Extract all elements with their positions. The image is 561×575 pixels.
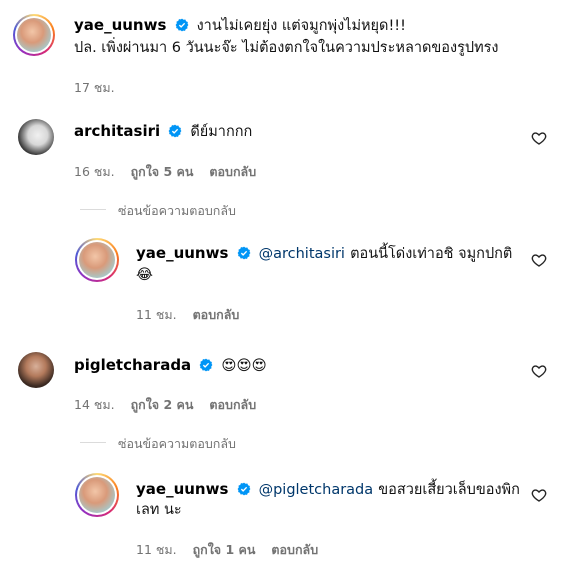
reply-button[interactable]: ตอบกลับ [209,164,256,179]
avatar[interactable] [17,18,51,52]
comment-emoji: 😍😍😍 [221,358,267,374]
avatar-ring [75,238,119,282]
avatar-ring [13,14,55,56]
post-username[interactable]: yae_uunws [74,16,166,34]
heart-icon[interactable] [531,252,547,268]
verified-icon [168,124,182,138]
comment-likes[interactable]: ถูกใจ 2 คน [131,397,194,412]
post-caption-line2: ปล. เพิ่งผ่านมา 6 วันนะจ๊ะ ไม่ต้องตกใจใน… [74,40,499,56]
post-caption-line1: งานไม่เคยยุ่ง แต่จมูกพุ่งไม่หยุด!!! [196,18,406,34]
comment-time[interactable]: 16 ชม. [74,164,115,179]
reply-text: ตอนนี้โด่งเท่าอชิ จมูกปกติ [350,246,513,262]
reply-username[interactable]: yae_uunws [136,480,228,498]
hide-replies-button[interactable]: ซ่อนข้อความตอบกลับ [118,201,236,221]
verified-icon [237,246,250,260]
verified-icon [175,18,188,32]
reply-username[interactable]: yae_uunws [136,244,228,262]
reply-time[interactable]: 11 ชม. [136,542,177,557]
divider [80,209,106,210]
comment-text: ดีย์มากกก [190,124,253,140]
reply-time[interactable]: 11 ชม. [136,307,177,322]
avatar[interactable] [18,352,54,388]
reply-button[interactable]: ตอบกลับ [271,542,318,557]
reply-mention[interactable]: @architasiri [259,246,345,262]
reply-likes[interactable]: ถูกใจ 1 คน [193,542,256,557]
reply-mention[interactable]: @pigletcharada [259,482,374,498]
verified-icon [199,358,213,372]
heart-icon[interactable] [531,487,547,503]
reply-button[interactable]: ตอบกลับ [193,307,240,322]
comment-username[interactable]: architasiri [74,122,160,140]
comment-username[interactable]: pigletcharada [74,356,191,374]
heart-icon[interactable] [531,363,547,379]
heart-icon[interactable] [531,130,547,146]
reply-emoji: 😂 [136,267,153,283]
reply-text-line1: ขอสวยเสี้ยวเล็บของพิก [378,482,520,498]
avatar[interactable] [18,119,54,155]
avatar[interactable] [79,477,115,513]
avatar[interactable] [79,242,115,278]
hide-replies-button[interactable]: ซ่อนข้อความตอบกลับ [118,434,236,454]
reply-text-line2: เลท นะ [136,502,182,518]
verified-icon [237,482,250,496]
divider [80,442,106,443]
post-time[interactable]: 17 ชม. [74,78,115,98]
reply-button[interactable]: ตอบกลับ [209,397,256,412]
comment-time[interactable]: 14 ชม. [74,397,115,412]
avatar-ring [75,473,119,517]
comment-likes[interactable]: ถูกใจ 5 คน [131,164,194,179]
